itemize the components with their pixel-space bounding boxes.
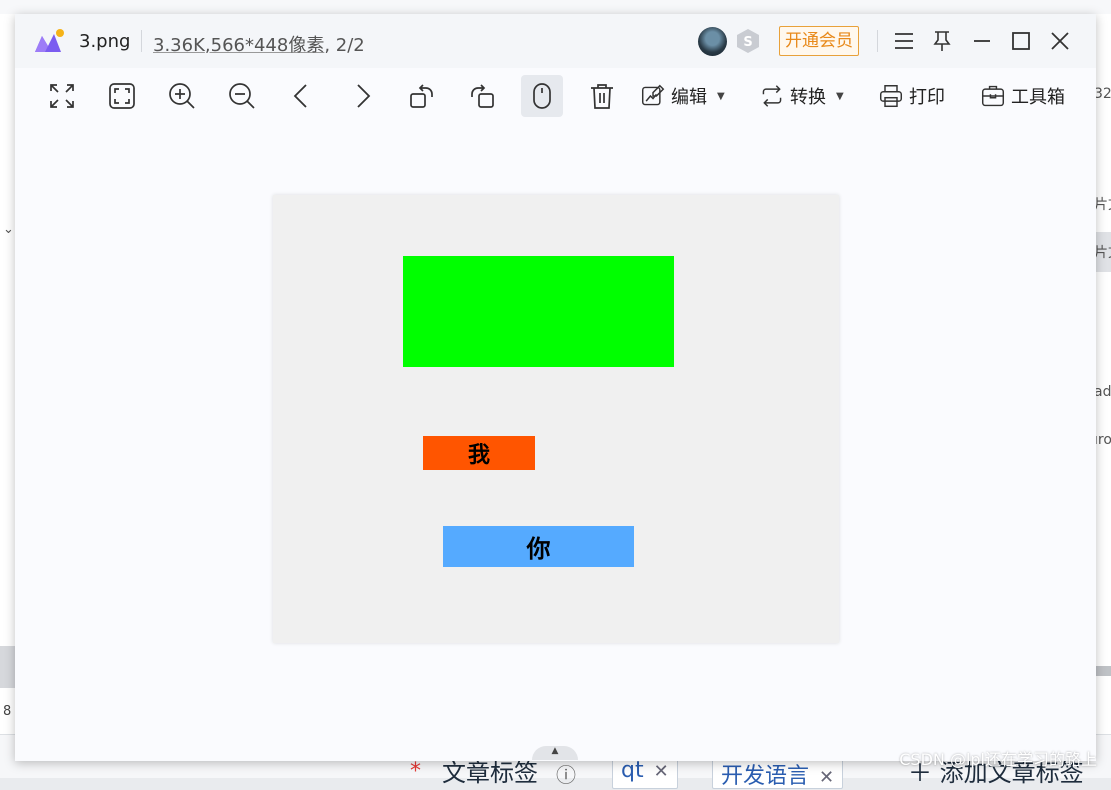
chevron-right-icon — [357, 84, 371, 108]
title-bar: 3.png 3.36K,566*448像素, 2/2 S 开通会员 — [15, 14, 1096, 68]
background-text: 片文 — [1096, 197, 1111, 213]
pin-icon — [933, 31, 951, 51]
image-dimensions: ,566*448像素 — [204, 35, 325, 56]
svg-text:S: S — [743, 35, 752, 50]
fullscreen-button[interactable] — [102, 75, 142, 117]
background-right-strip: 32 片文 片文 ad ıro — [1096, 14, 1111, 734]
image-viewer-window: 3.png 3.36K,566*448像素, 2/2 S 开通会员 编辑 ▼ 转… — [15, 14, 1096, 761]
close-icon[interactable]: ✕ — [654, 761, 669, 782]
trash-icon — [591, 84, 613, 109]
background-grey-block — [0, 646, 15, 688]
app-logo-icon — [35, 29, 64, 52]
mouse-mode-button[interactable] — [521, 75, 563, 117]
file-name: 3.png — [79, 31, 131, 52]
minimize-icon — [974, 40, 990, 42]
file-info: 3.36K,566*448像素, 2/2 — [153, 31, 365, 57]
background-left-number: 8 — [3, 704, 12, 719]
convert-menu-button[interactable]: 转换 ▼ — [760, 75, 856, 117]
fullscreen-icon — [109, 83, 135, 109]
file-size: 3.36K — [153, 35, 205, 56]
rotate-right-icon — [471, 84, 494, 108]
edit-image-icon — [641, 84, 665, 106]
rotate-right-button[interactable] — [462, 75, 502, 117]
background-grey-block — [1096, 666, 1111, 676]
convert-label: 转换 — [790, 87, 826, 108]
vip-badge-icon[interactable]: S — [735, 28, 761, 54]
avatar[interactable] — [698, 27, 727, 56]
tag-chip[interactable]: 开发语言 ✕ — [712, 757, 844, 789]
zoom-in-icon — [169, 83, 195, 109]
caret-down-icon: ▼ — [836, 90, 844, 102]
print-button[interactable]: 打印 — [879, 75, 953, 117]
convert-arrows-icon — [762, 85, 782, 107]
toolbar: 编辑 ▼ 转换 ▼ 打印 工具箱 — [15, 68, 1096, 124]
vip-membership-button[interactable]: 开通会员 — [779, 26, 859, 56]
caret-down-icon: ▼ — [717, 90, 725, 102]
previous-image-button[interactable] — [282, 75, 322, 117]
next-image-button[interactable] — [342, 75, 382, 117]
chevron-left-icon — [293, 84, 307, 108]
page-index: , 2/2 — [324, 35, 365, 56]
divider — [877, 30, 878, 52]
help-icon[interactable]: ⓘ — [556, 759, 576, 788]
menu-button[interactable] — [889, 26, 919, 56]
scroll-up-button[interactable]: ▲ — [532, 746, 578, 760]
tag-chip-label: qt — [621, 758, 644, 783]
mouse-icon — [533, 83, 551, 109]
toolbox-label: 工具箱 — [1011, 87, 1065, 108]
background-left-strip: ⌄ 8 — [0, 14, 15, 734]
maximize-button[interactable] — [1006, 26, 1036, 56]
print-label: 打印 — [909, 87, 945, 108]
background-tabbar — [0, 0, 1111, 15]
toolbox-icon — [981, 85, 1005, 107]
background-text: ad — [1096, 384, 1111, 400]
required-asterisk-icon: * — [410, 759, 421, 784]
background-text: ıro — [1096, 432, 1111, 448]
pin-button[interactable] — [927, 26, 957, 56]
maximize-icon — [1012, 32, 1030, 50]
close-button[interactable] — [1045, 26, 1075, 56]
divider — [141, 30, 142, 52]
edit-label: 编辑 — [671, 87, 707, 108]
chevron-down-icon: ⌄ — [3, 222, 14, 237]
tag-chip[interactable]: qt ✕ — [612, 757, 678, 789]
minimize-button[interactable] — [967, 26, 997, 56]
delete-button[interactable] — [582, 75, 622, 117]
rotate-left-button[interactable] — [402, 75, 442, 117]
close-icon[interactable]: ✕ — [819, 767, 834, 788]
fit-window-button[interactable] — [42, 75, 82, 117]
rotate-left-icon — [410, 84, 433, 108]
zoom-out-icon — [229, 83, 255, 109]
blue-label: 你 — [443, 526, 634, 567]
background-text: 32 — [1096, 86, 1111, 102]
zoom-in-button[interactable] — [162, 75, 202, 117]
orange-label: 我 — [423, 436, 535, 470]
close-icon — [1051, 32, 1069, 50]
edit-menu-button[interactable]: 编辑 ▼ — [641, 75, 737, 117]
hamburger-icon — [895, 33, 913, 49]
green-rectangle — [403, 256, 674, 367]
zoom-out-button[interactable] — [222, 75, 262, 117]
toolbox-button[interactable]: 工具箱 — [981, 75, 1077, 117]
watermark: CSDN @lpl还在学习的路上 — [899, 750, 1097, 769]
collapse-arrows-icon — [50, 84, 74, 108]
printer-icon — [879, 84, 903, 108]
displayed-image: 我 你 — [273, 195, 839, 643]
background-text: 片文 — [1096, 245, 1111, 261]
